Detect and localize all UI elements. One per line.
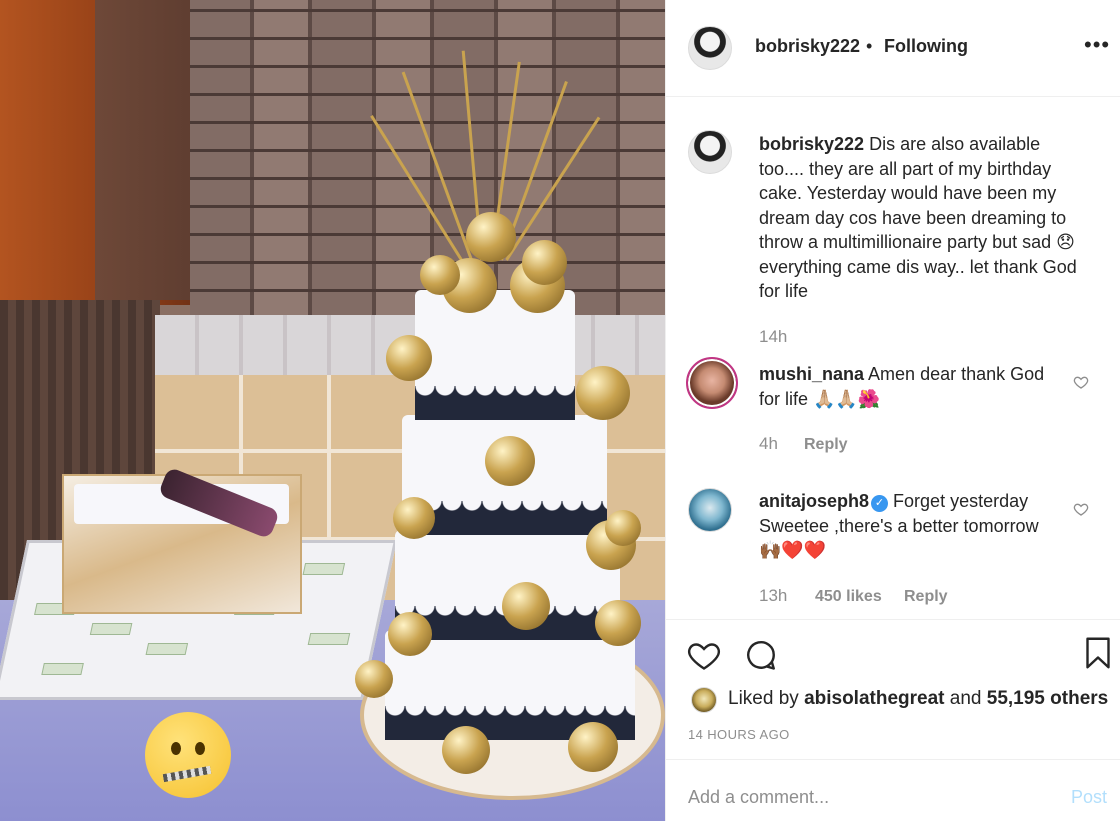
following-button[interactable]: Following bbox=[884, 36, 968, 57]
comment-likes-count[interactable]: 450 likes bbox=[815, 588, 882, 606]
comment-time[interactable]: 4h bbox=[759, 434, 778, 454]
caption-time[interactable]: 14h bbox=[759, 327, 787, 347]
zipper-mouth-emoji-sticker bbox=[145, 712, 231, 798]
bookmark-icon[interactable] bbox=[1080, 635, 1116, 671]
comment-bubble-icon[interactable] bbox=[743, 637, 779, 673]
liked-by-user[interactable]: abisolathegreat bbox=[804, 688, 944, 709]
caption-text: Dis are also available too.... they are … bbox=[759, 134, 1077, 301]
liker-avatar[interactable] bbox=[691, 687, 717, 713]
comment-item: anitajoseph8 ✓ Forget yesterday Sweetee ,… bbox=[759, 489, 1059, 563]
author-avatar[interactable] bbox=[688, 26, 732, 70]
more-options-icon[interactable]: ••• bbox=[1084, 32, 1110, 58]
caption-avatar[interactable] bbox=[688, 130, 732, 174]
header-separator: • bbox=[866, 36, 873, 56]
caption: bobrisky222 Dis are also available too..… bbox=[759, 132, 1089, 304]
comment-username[interactable]: mushi_nana bbox=[759, 364, 864, 384]
author-username[interactable]: bobrisky222 bbox=[755, 36, 860, 57]
likes-summary[interactable]: Liked by abisolathegreat and 55,195 othe… bbox=[728, 688, 1108, 710]
heart-icon[interactable] bbox=[686, 637, 722, 673]
commenter-avatar-mushi[interactable] bbox=[686, 357, 738, 409]
comment-time[interactable]: 13h bbox=[759, 586, 787, 606]
post-photo[interactable] bbox=[0, 0, 665, 821]
liked-by-and: and bbox=[949, 688, 982, 709]
comment-username[interactable]: anitajoseph8 bbox=[759, 491, 869, 511]
add-comment-input[interactable]: Add a comment... bbox=[688, 787, 829, 808]
post-timestamp[interactable]: 14 HOURS AGO bbox=[688, 727, 790, 742]
post-header: bobrisky222 • Following ••• bbox=[666, 0, 1120, 97]
comment-item: mushi_nana Amen dear thank God for life … bbox=[759, 362, 1059, 411]
liked-by-label: Liked by bbox=[728, 688, 799, 709]
composer-divider bbox=[666, 759, 1120, 760]
comment-reply-button[interactable]: Reply bbox=[904, 588, 948, 606]
commenter-avatar-anita[interactable] bbox=[688, 488, 732, 532]
comment-reply-button[interactable]: Reply bbox=[804, 436, 848, 454]
likes-others-count[interactable]: 55,195 others bbox=[987, 688, 1108, 709]
post-comment-button[interactable]: Post bbox=[1071, 787, 1107, 808]
actions-divider bbox=[666, 619, 1120, 620]
comment-like-heart-icon[interactable] bbox=[1073, 374, 1089, 390]
comment-like-heart-icon[interactable] bbox=[1073, 501, 1089, 517]
post-side-panel: bobrisky222 • Following ••• bobrisky222 … bbox=[665, 0, 1120, 821]
photo-champagne-box bbox=[62, 466, 302, 614]
verified-badge-icon: ✓ bbox=[871, 495, 889, 512]
caption-username[interactable]: bobrisky222 bbox=[759, 134, 864, 154]
